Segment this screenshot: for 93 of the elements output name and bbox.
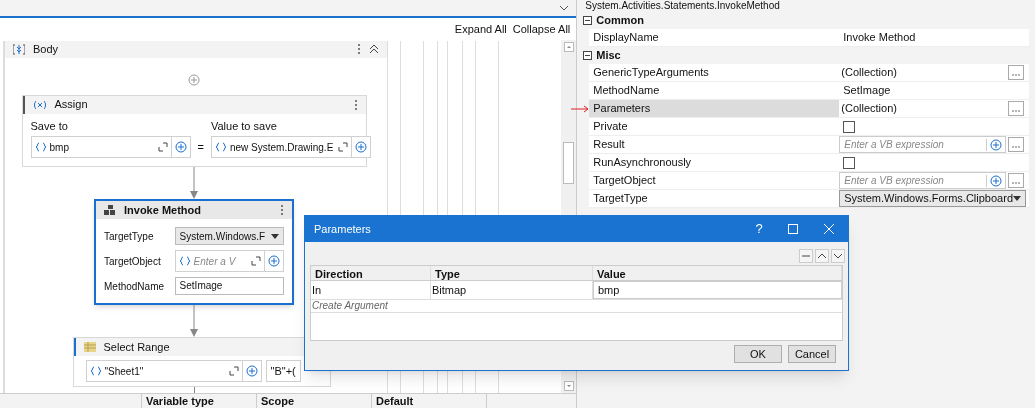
add-icon[interactable]: [990, 138, 1002, 151]
column-header[interactable]: Value: [593, 266, 842, 280]
property-name[interactable]: TargetType: [589, 190, 840, 208]
type-dropdown[interactable]: System.Windows.F: [174, 227, 284, 245]
connector-arrow: [190, 305, 198, 337]
braces-icon: [214, 142, 227, 152]
caret-icon: [271, 233, 279, 239]
chevron-down-icon[interactable]: [560, 5, 569, 11]
add-icon[interactable]: [354, 141, 367, 153]
expression-field[interactable]: "Sheet1": [85, 360, 262, 382]
column-header[interactable]: Variable type: [142, 394, 257, 408]
value-field[interactable]: bmp: [593, 281, 842, 299]
type-dropdown[interactable]: System.Windows.Forms.Clipboard: [839, 190, 1026, 207]
add-icon[interactable]: [245, 365, 258, 377]
equals-sign: =: [196, 139, 205, 155]
expand-icon[interactable]: [157, 142, 168, 152]
toolbar-link[interactable]: Collapse All: [512, 20, 571, 38]
expand-icon[interactable]: [228, 366, 239, 376]
dialog-title: Parameters: [313, 221, 372, 237]
collapse-icon[interactable]: [583, 51, 593, 60]
property-name[interactable]: GenericTypeArguments: [589, 64, 840, 82]
column-header[interactable]: Scope: [257, 394, 372, 408]
ellipsis-button[interactable]: [1008, 137, 1024, 152]
connector-arrow: [190, 167, 198, 199]
checkbox[interactable]: [843, 120, 856, 133]
activity-title: Invoke Method: [124, 202, 202, 218]
checkbox[interactable]: [843, 156, 856, 169]
invoke-method-activity[interactable]: Invoke Method TargetType System.Windows.F TargetObject Enter a V MethodName SetImage: [94, 199, 294, 305]
property-name[interactable]: RunAsynchronously: [589, 154, 840, 172]
ellipsis-button[interactable]: [1008, 101, 1024, 116]
activity-title: Assign: [54, 97, 89, 113]
cubes-icon: [104, 204, 116, 216]
ellipsis-button[interactable]: [1008, 173, 1024, 188]
category-label: Common: [596, 13, 644, 29]
expression-field[interactable]: Enter a VB expression: [839, 136, 1006, 153]
property-name[interactable]: Parameters: [589, 100, 840, 118]
scroll-down-icon[interactable]: [563, 381, 574, 391]
create-argument-row[interactable]: Create Argument: [311, 300, 842, 313]
property-name[interactable]: MethodName: [589, 82, 840, 100]
close-icon[interactable]: [824, 224, 834, 234]
caret-icon: [1013, 196, 1021, 201]
add-icon[interactable]: [990, 174, 1002, 187]
spreadsheet-icon: [83, 342, 96, 352]
expression-field[interactable]: bmp: [30, 136, 191, 158]
more-icon[interactable]: [357, 43, 361, 56]
maximize-icon[interactable]: [788, 224, 798, 234]
property-name[interactable]: TargetObject: [589, 172, 840, 190]
scrollbar-thumb[interactable]: [563, 142, 575, 184]
collapse-icon[interactable]: [369, 44, 379, 55]
variable-icon: [32, 99, 47, 110]
help-button[interactable]: ?: [742, 219, 776, 239]
expression-field[interactable]: Enter a V: [174, 250, 284, 272]
sequence-icon: [13, 43, 25, 55]
scroll-up-icon[interactable]: [563, 42, 574, 52]
expand-icon[interactable]: [337, 142, 348, 152]
type-name: System.Activities.Statements.InvokeMethod: [584, 0, 781, 12]
column-header[interactable]: Default: [372, 394, 487, 408]
body-title: Body: [33, 42, 60, 57]
field-label: Save to: [30, 118, 69, 134]
braces-icon: [34, 142, 47, 152]
field-label: TargetObject: [104, 254, 162, 269]
column-header[interactable]: Type: [431, 266, 593, 280]
property-name[interactable]: DisplayName: [589, 29, 840, 47]
add-icon[interactable]: [188, 73, 200, 86]
method-name-field[interactable]: SetImage: [174, 277, 284, 295]
expand-icon[interactable]: [251, 256, 261, 266]
move-up-icon[interactable]: [815, 249, 829, 263]
ellipsis-button[interactable]: [1008, 65, 1024, 80]
expression-field[interactable]: new System.Drawing.E: [210, 136, 371, 158]
field-label: TargetType: [104, 229, 155, 244]
dialog-button[interactable]: OK: [734, 345, 782, 363]
braces-icon: [89, 366, 102, 376]
collapse-icon[interactable]: [583, 16, 593, 25]
more-icon[interactable]: [280, 204, 284, 216]
field-label: MethodName: [104, 279, 166, 294]
table-cell: In: [311, 281, 431, 299]
activity-title: Select Range: [103, 339, 171, 355]
dialog-button[interactable]: Cancel: [788, 345, 836, 363]
category-label: Misc: [596, 48, 621, 64]
select-range-activity[interactable]: Select Range "Sheet1" "B"+(: [72, 337, 331, 387]
property-name[interactable]: Result: [589, 136, 840, 154]
toolbar-link[interactable]: Expand All: [454, 20, 507, 38]
table-cell: Bitmap: [431, 281, 593, 299]
column-header[interactable]: Direction: [311, 266, 431, 280]
add-icon[interactable]: [174, 141, 187, 153]
expression-field[interactable]: Enter a VB expression: [839, 172, 1006, 189]
move-down-icon[interactable]: [831, 249, 845, 263]
braces-icon: [178, 256, 191, 266]
expression-field[interactable]: "B"+(: [265, 360, 301, 382]
property-name[interactable]: Private: [589, 118, 840, 136]
add-icon[interactable]: [268, 255, 280, 267]
more-icon[interactable]: [353, 98, 358, 111]
field-label: Value to save: [210, 118, 278, 134]
